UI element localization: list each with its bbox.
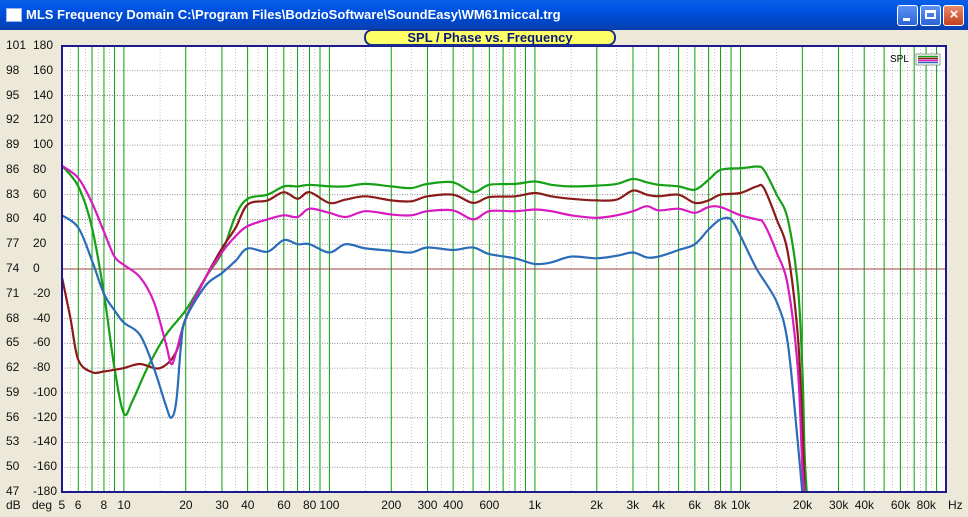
x-tick-label: 30 <box>215 498 229 512</box>
y-tick-db: 50 <box>6 459 20 474</box>
y-tick-db: 89 <box>6 137 20 152</box>
x-tick-label: 6 <box>74 498 82 512</box>
y-tick-db: 83 <box>6 186 20 201</box>
y-tick-deg: -100 <box>33 384 58 399</box>
y-tick-deg: -140 <box>33 434 58 449</box>
legend-label-spl: SPL <box>890 54 909 65</box>
y-tick-db: 98 <box>6 62 20 77</box>
y-tick-db: 86 <box>6 161 20 176</box>
y-unit-db: dB <box>6 498 21 512</box>
x-tick-label: 20k <box>792 498 813 512</box>
y-tick-deg: 20 <box>33 236 47 251</box>
y-tick-deg: -160 <box>33 459 58 474</box>
y-tick-deg: 60 <box>33 186 47 201</box>
y-tick-db: 95 <box>6 87 20 102</box>
x-tick-label: 10 <box>117 498 131 512</box>
x-tick-label: 5 <box>58 498 66 512</box>
y-tick-deg: 140 <box>33 87 54 102</box>
chart-title: SPL / Phase vs. Frequency <box>364 29 616 46</box>
y-tick-db: 68 <box>6 310 20 325</box>
y-tick-db: 92 <box>6 112 20 127</box>
chart-svg[interactable] <box>0 0 968 517</box>
y-unit-deg: deg <box>32 498 53 512</box>
y-tick-db: 53 <box>6 434 20 449</box>
y-tick-deg: -40 <box>33 310 51 325</box>
x-tick-label: 300 <box>417 498 438 512</box>
y-tick-deg: -80 <box>33 360 51 375</box>
y-tick-db: 56 <box>6 409 20 424</box>
y-tick-deg: 100 <box>33 137 54 152</box>
x-tick-label: 4k <box>652 498 665 512</box>
legend-swatch <box>915 53 941 66</box>
x-tick-label: 3k <box>626 498 640 512</box>
y-tick-deg: 180 <box>33 38 54 52</box>
y-tick-deg: 120 <box>33 112 54 127</box>
x-tick-label: 10k <box>730 498 751 512</box>
x-tick-label: 8k <box>714 498 727 512</box>
y-tick-db: 59 <box>6 384 20 399</box>
y-tick-db: 47 <box>6 484 20 498</box>
y-tick-db: 80 <box>6 211 20 226</box>
x-unit-hz: Hz <box>948 498 963 512</box>
y-tick-db: 77 <box>6 236 20 251</box>
y-tick-deg: -180 <box>33 484 58 498</box>
x-tick-label: 80k <box>916 498 936 512</box>
y-tick-db: 62 <box>6 360 20 375</box>
mls-frequency-domain-window: MLS Frequency Domain C:\Program Files\Bo… <box>0 0 968 517</box>
y-tick-db: 74 <box>6 261 20 275</box>
y-tick-deg: 40 <box>33 211 47 226</box>
x-tick-label: 40k <box>854 498 875 512</box>
y-tick-db: 65 <box>6 335 20 350</box>
x-tick-label: 200 <box>381 498 402 512</box>
y-tick-deg: -60 <box>33 335 51 350</box>
y-tick-deg: 160 <box>33 62 54 77</box>
x-tick-label: 400 <box>443 498 464 512</box>
y-tick-deg: -20 <box>33 285 51 300</box>
y-tick-db: 101 <box>6 38 27 52</box>
x-tick-label: 100 <box>319 498 340 512</box>
y-tick-deg: 0 <box>33 261 40 275</box>
x-tick-label: 60 <box>277 498 291 512</box>
x-tick-label: 80 <box>302 498 317 512</box>
y-tick-db: 71 <box>6 285 20 300</box>
legend-box <box>915 53 941 66</box>
x-tick-label: 6k <box>688 498 702 512</box>
x-tick-label: 30k <box>829 498 849 512</box>
x-tick-label: 60k <box>890 498 911 512</box>
y-tick-deg: -120 <box>33 409 58 424</box>
x-tick-label: 2k <box>590 498 603 512</box>
x-tick-label: 20 <box>179 498 193 512</box>
x-tick-label: 1k <box>528 498 542 512</box>
x-tick-label: 8 <box>100 498 108 512</box>
x-tick-label: 40 <box>241 498 255 512</box>
y-tick-deg: 80 <box>33 161 47 176</box>
x-tick-label: 600 <box>479 498 500 512</box>
